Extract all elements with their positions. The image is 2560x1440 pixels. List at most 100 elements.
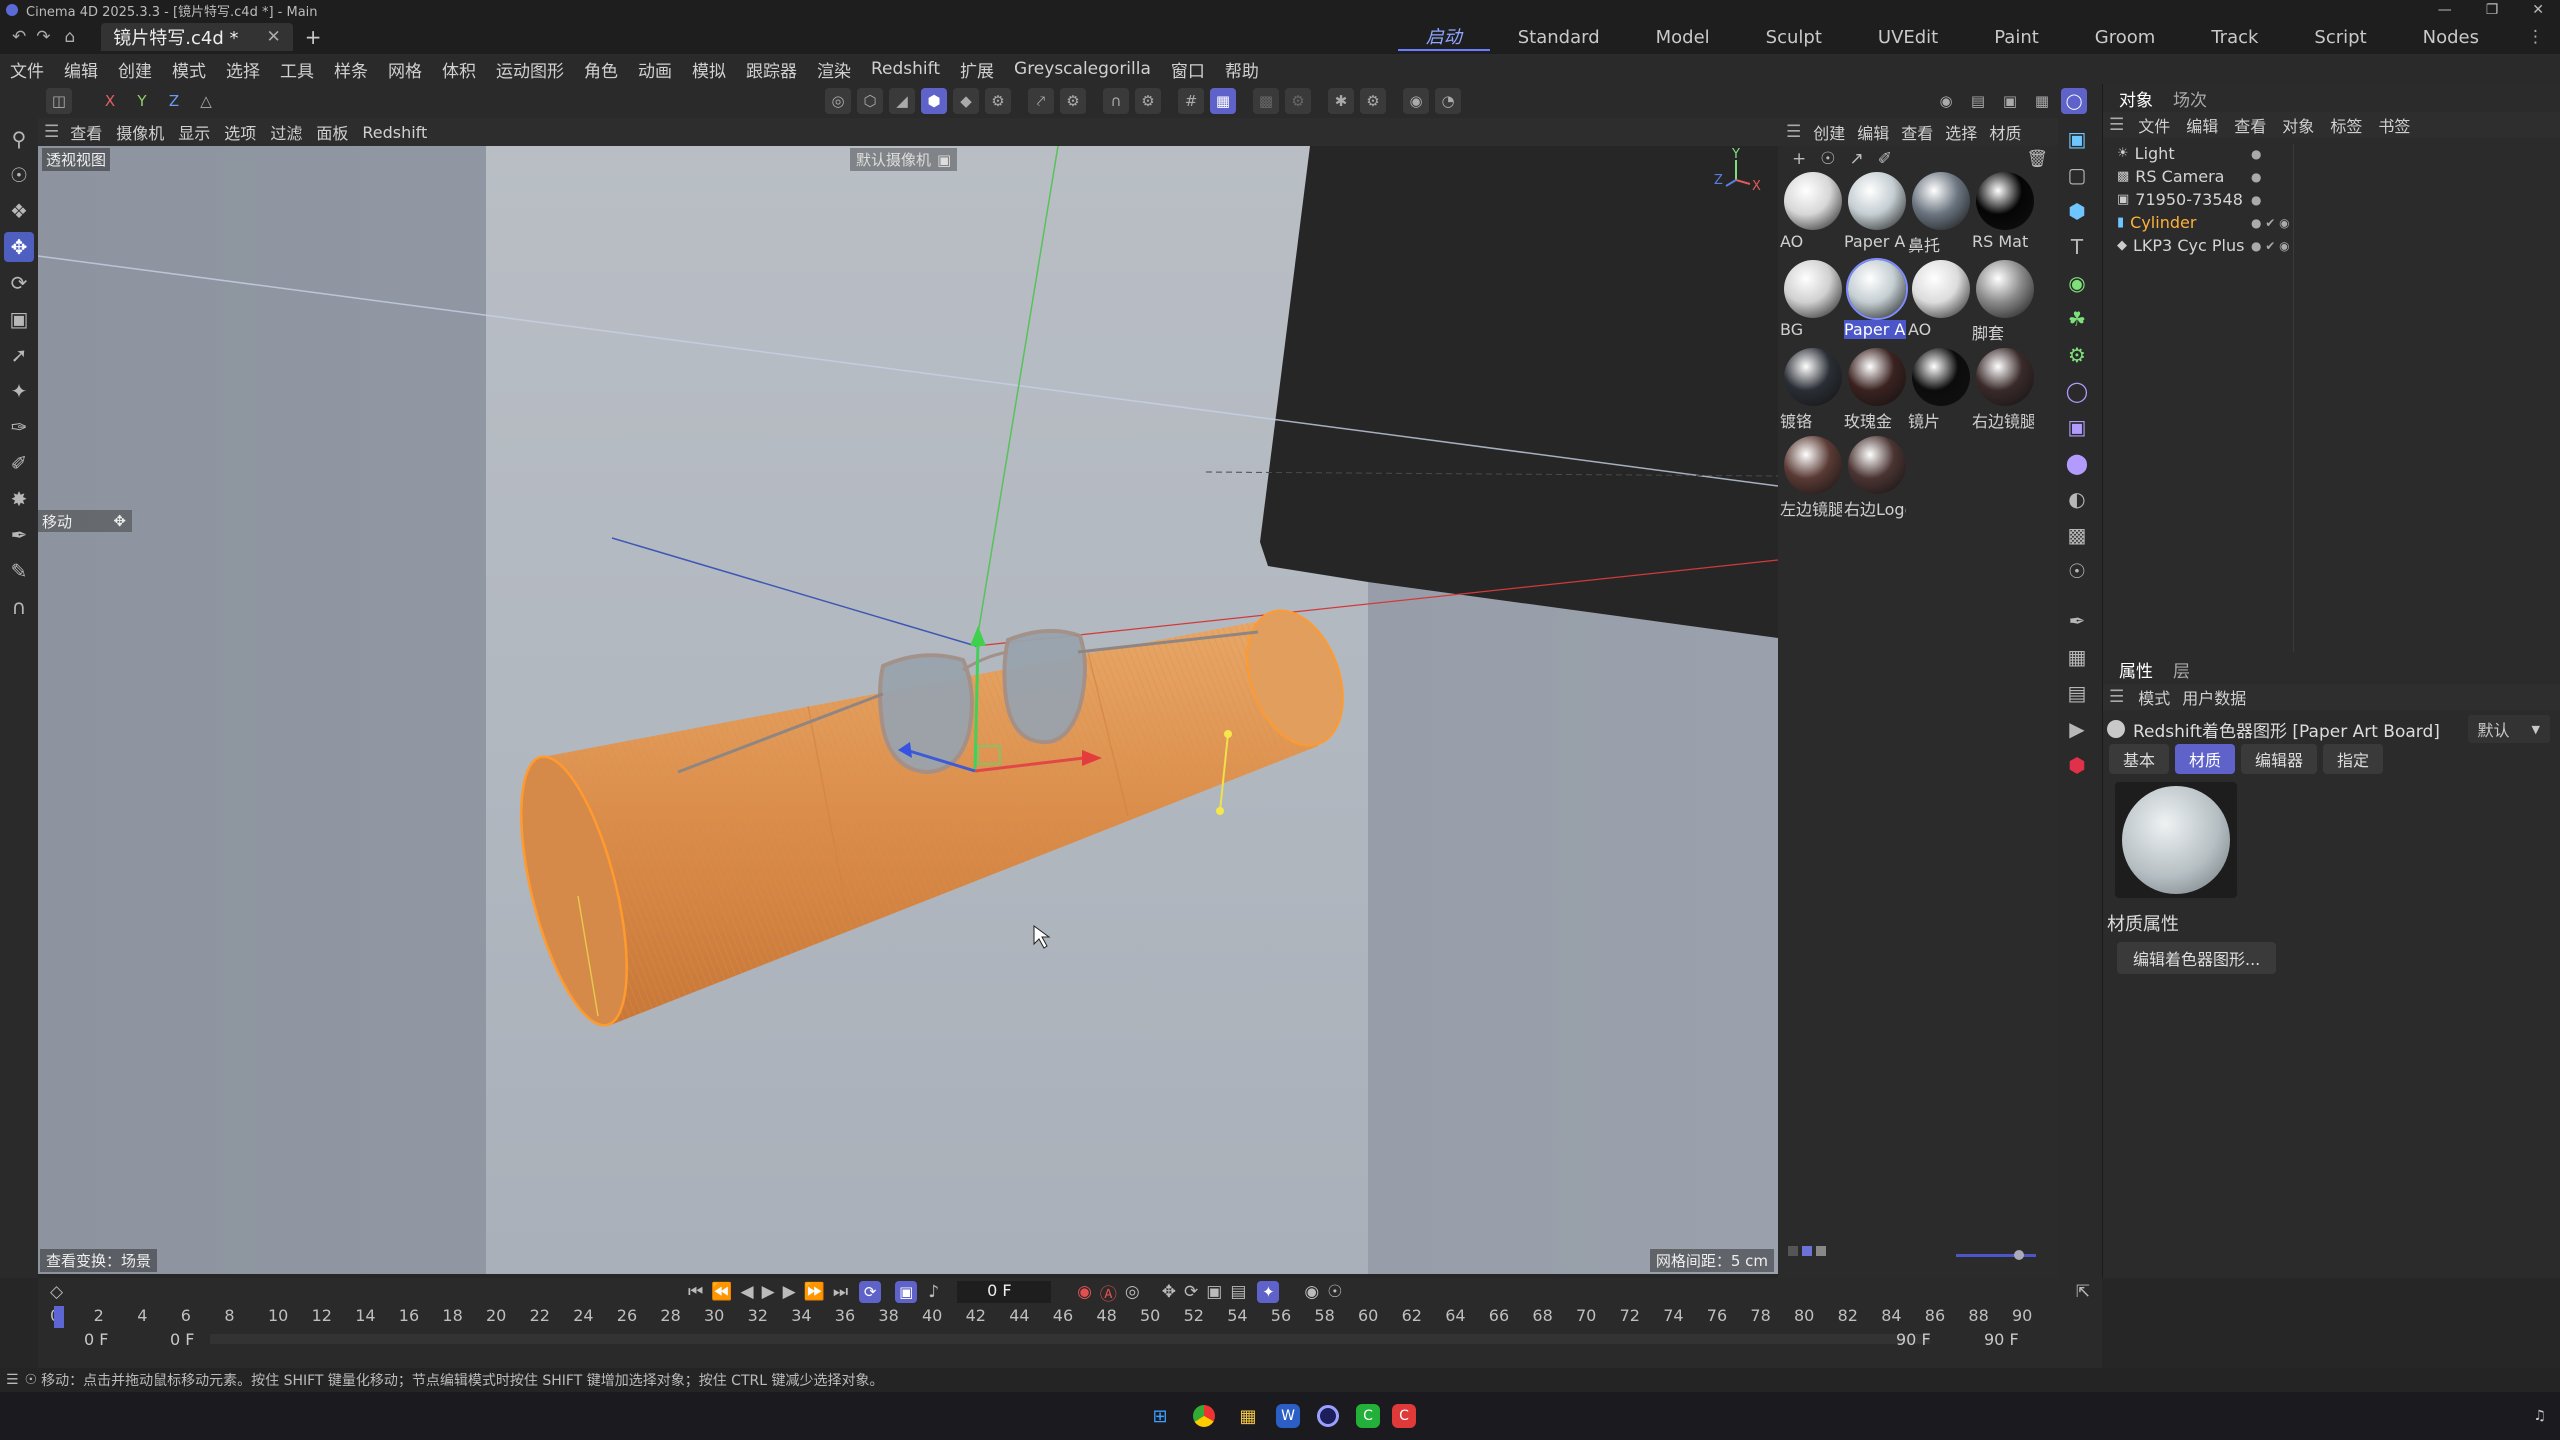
object-tags[interactable]: ● ✔ ◉ <box>2251 239 2290 253</box>
add-material-icon[interactable]: + <box>1792 149 1806 169</box>
redo-icon[interactable]: ↷ <box>36 27 50 47</box>
render-settings-icon[interactable]: ✱ <box>1328 88 1354 114</box>
volume-icon[interactable]: ⬤ <box>2062 448 2092 478</box>
prev-key-icon[interactable]: ⏪ <box>711 1282 732 1302</box>
polygons-mode-icon[interactable]: ◢ <box>889 88 915 114</box>
start-frame-b[interactable]: 0 F <box>170 1330 194 1349</box>
object-mode-icon[interactable]: ⬢ <box>921 88 947 114</box>
move-tool-icon[interactable]: ✥ <box>4 232 34 262</box>
app-red-icon[interactable]: C <box>1392 1404 1416 1428</box>
picture-icon[interactable]: ▦ <box>2062 642 2092 672</box>
camera-object-icon[interactable]: ▩ <box>2062 520 2092 550</box>
object-row[interactable]: ◆ LKP3 Cyc Plus ● ✔ ◉ <box>2103 234 2560 257</box>
layout-tab-0[interactable]: 启动 <box>1397 23 1490 51</box>
key-selection-icon[interactable]: ◎ <box>1125 1282 1140 1302</box>
redshift-logo-icon[interactable]: ⬢ <box>2062 750 2092 780</box>
close-icon[interactable]: ✕ <box>2532 2 2544 18</box>
generator-icon[interactable]: ◉ <box>2062 268 2092 298</box>
render-icon[interactable]: ▤ <box>2062 678 2092 708</box>
new-tab-icon[interactable]: + <box>305 25 322 49</box>
layout-tab-6[interactable]: Groom <box>2067 27 2184 48</box>
layout-tab-7[interactable]: Track <box>2183 27 2286 48</box>
menu-item-12[interactable]: 模拟 <box>682 57 736 82</box>
restore-icon[interactable]: ❐ <box>2486 2 2499 18</box>
magnet-tool-icon[interactable]: ∩ <box>4 592 34 622</box>
object-menu-3[interactable]: 对象 <box>2274 113 2322 137</box>
mat-menu-3[interactable]: 选择 <box>1939 120 1983 144</box>
viewport-menu-0[interactable]: 查看 <box>63 120 109 144</box>
menu-item-1[interactable]: 编辑 <box>54 57 108 82</box>
large-view-icon[interactable] <box>1816 1246 1826 1256</box>
grid-view-icon[interactable] <box>1802 1246 1812 1256</box>
attr-button-1[interactable]: 材质 <box>2175 744 2236 774</box>
playhead[interactable] <box>54 1306 64 1328</box>
attr-tab-1[interactable]: 层 <box>2163 657 2200 682</box>
layout-tab-1[interactable]: Standard <box>1490 27 1628 48</box>
object-tags[interactable]: ● <box>2251 170 2261 184</box>
object-row[interactable]: ▩ RS Camera ● <box>2103 165 2560 188</box>
primitive-icon[interactable]: ⬢ <box>2062 196 2092 226</box>
mat-menu-icon[interactable]: ☰ <box>1786 122 1801 142</box>
menu-item-14[interactable]: 渲染 <box>807 57 861 82</box>
environment-icon[interactable]: ◐ <box>2062 484 2092 514</box>
viewport-menu-6[interactable]: Redshift <box>355 123 434 142</box>
object-row[interactable]: ▣ 71950-73548 ● <box>2103 188 2560 211</box>
autokey-icon[interactable]: Ⓐ <box>1100 1280 1117 1305</box>
attr-menu-1[interactable]: 用户数据 <box>2176 685 2252 709</box>
object-tags[interactable]: ● ✔ ◉ <box>2251 216 2290 230</box>
render-to-picture-viewer-icon[interactable]: ▣ <box>1997 88 2023 114</box>
app-green-icon[interactable]: C <box>1356 1404 1380 1428</box>
scale-key-icon[interactable]: ▣ <box>1206 1282 1222 1302</box>
motion-system-icon[interactable]: ◉ <box>1304 1282 1319 1302</box>
param-key-icon[interactable]: ▤ <box>1230 1282 1246 1302</box>
attr-button-2[interactable]: 编辑器 <box>2241 744 2318 774</box>
live-selection-icon[interactable]: ☉ <box>4 160 34 190</box>
snap-settings-icon[interactable]: ⚙ <box>985 88 1011 114</box>
attr-tab-0[interactable]: 属性 <box>2109 657 2163 682</box>
redshift-object-icon[interactable]: ✒ <box>2062 606 2092 636</box>
current-frame-field[interactable]: 0 F <box>957 1281 1052 1303</box>
search-icon[interactable]: ⚲ <box>4 124 34 154</box>
menu-item-6[interactable]: 样条 <box>324 57 378 82</box>
viewport-menu-4[interactable]: 过滤 <box>263 120 309 144</box>
document-tab[interactable]: 镜片特写.c4d * ✕ <box>101 23 293 51</box>
axis-x-button[interactable]: X <box>97 88 123 114</box>
menu-item-4[interactable]: 选择 <box>216 57 270 82</box>
object-tab-0[interactable]: 对象 <box>2109 86 2163 111</box>
sketch-icon[interactable]: ✐ <box>4 448 34 478</box>
menu-item-16[interactable]: 扩展 <box>950 57 1004 82</box>
range-slider[interactable] <box>210 1334 1930 1344</box>
mat-menu-4[interactable]: 材质 <box>1983 120 2027 144</box>
object-menu-2[interactable]: 查看 <box>2226 113 2274 137</box>
minimize-icon[interactable]: — <box>2438 2 2452 18</box>
spline-pen-icon[interactable]: ✑ <box>4 412 34 442</box>
menu-item-8[interactable]: 体积 <box>432 57 486 82</box>
sound-icon[interactable]: ♪ <box>928 1282 939 1302</box>
object-menu-0[interactable]: 文件 <box>2130 113 2178 137</box>
next-key-icon[interactable]: ⏩ <box>804 1282 825 1302</box>
preview-range-icon[interactable]: ▣ <box>895 1281 918 1303</box>
axis-mode-icon[interactable]: ⤤ <box>1028 88 1054 114</box>
object-row[interactable]: ▮ Cylinder ● ✔ ◉ <box>2103 211 2560 234</box>
render-view-icon[interactable]: ▤ <box>1965 88 1991 114</box>
scale-tool-icon[interactable]: ▣ <box>4 304 34 334</box>
grid-snap-icon[interactable]: # <box>1178 88 1204 114</box>
menu-item-17[interactable]: Greyscalegorilla <box>1004 59 1161 79</box>
undo-icon[interactable]: ↶ <box>12 27 26 47</box>
tab-close-icon[interactable]: ✕ <box>267 27 281 47</box>
folder-icon[interactable]: ▦ <box>1232 1400 1264 1432</box>
object-tags[interactable]: ● <box>2251 193 2261 207</box>
magnet-icon[interactable]: ∩ <box>1103 88 1129 114</box>
rotate-tool-icon[interactable]: ⟳ <box>4 268 34 298</box>
axis-y-button[interactable]: Y <box>129 88 155 114</box>
object-menu-4[interactable]: 标签 <box>2322 113 2370 137</box>
material-swatch[interactable]: AO <box>1780 172 1844 258</box>
layout-tab-3[interactable]: Sculpt <box>1738 27 1850 48</box>
material-swatch[interactable]: 镀铬 <box>1780 348 1844 434</box>
render-options-icon[interactable]: ⚙ <box>1360 88 1386 114</box>
pos-key-icon[interactable]: ✥ <box>1162 1282 1176 1302</box>
tray-icon[interactable]: ♫ <box>2533 1408 2546 1424</box>
preset-dropdown[interactable]: 默认 ▼ <box>2467 715 2550 743</box>
object-tab-1[interactable]: 场次 <box>2163 86 2217 111</box>
play-icon[interactable]: ▶ <box>762 1282 775 1302</box>
